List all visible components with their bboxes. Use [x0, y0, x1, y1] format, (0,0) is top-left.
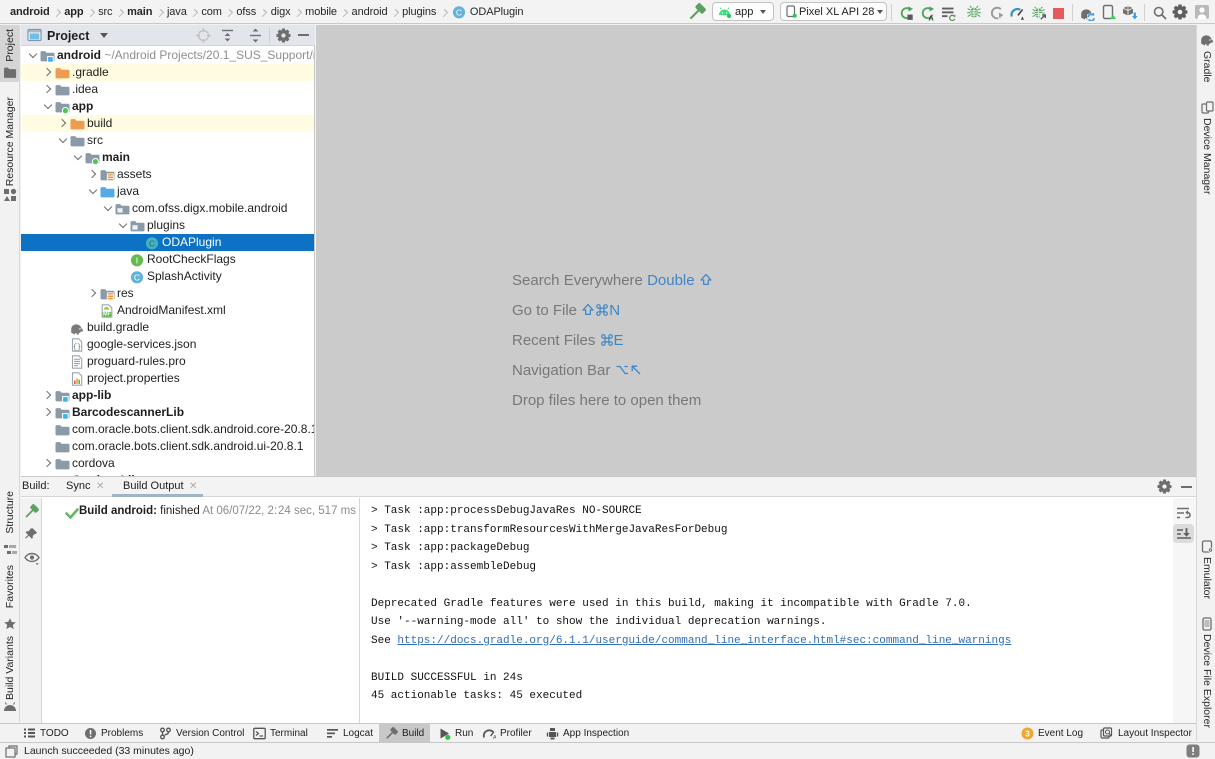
svg-text:C: C [149, 238, 155, 248]
svg-text:A: A [928, 13, 934, 21]
svg-text:{}: {} [73, 344, 81, 352]
svg-text:A: A [493, 735, 496, 740]
svg-text:C: C [456, 7, 462, 17]
svg-text:MF: MF [103, 312, 111, 318]
svg-text:3: 3 [1025, 728, 1030, 738]
svg-text:I: I [136, 255, 138, 265]
svg-text:C: C [134, 272, 140, 282]
